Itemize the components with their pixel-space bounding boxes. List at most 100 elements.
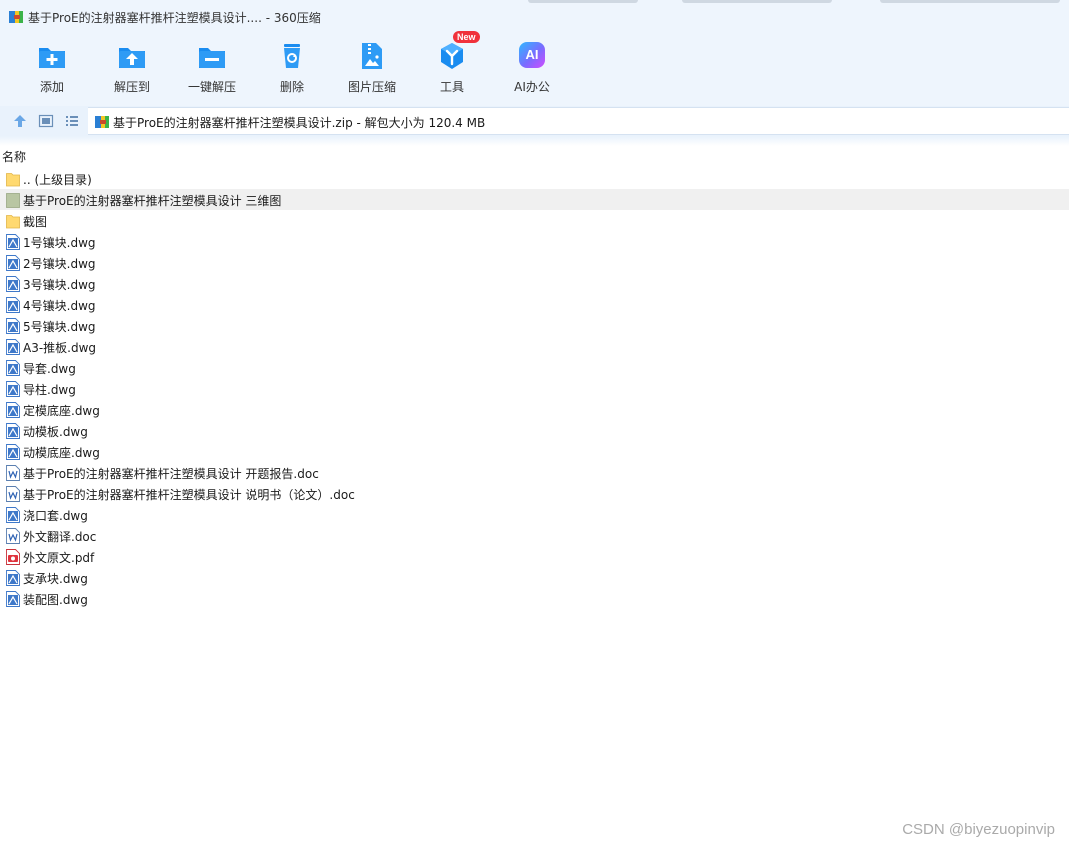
file-name: 1号镶块.dwg — [23, 236, 96, 250]
dwg-file-icon — [6, 444, 20, 460]
file-list: .. (上级目录) 基于ProE的注射器塞杆推杆注塑模具设计 三维图截图 1号镶块.… — [0, 168, 1069, 609]
dwg-file-icon — [6, 360, 20, 376]
file-name: 截图 — [23, 215, 48, 229]
ai-office-button[interactable]: AI AI办公 — [492, 34, 572, 106]
file-name: 基于ProE的注射器塞杆推杆注塑模具设计 说明书（论文）.doc — [23, 488, 355, 502]
file-name: 外文翻译.doc — [23, 530, 97, 544]
one-click-extract-icon — [199, 48, 225, 68]
one-click-extract-label: 一键解压 — [187, 80, 236, 94]
tools-label: 工具 — [439, 80, 464, 94]
view-thumbnail-icon[interactable] — [38, 113, 54, 129]
dwg-file-icon — [6, 276, 20, 292]
file-row[interactable]: 基于ProE的注射器塞杆推杆注塑模具设计 三维图 — [0, 189, 1069, 210]
dwg-file-icon — [6, 234, 20, 250]
file-row[interactable]: 5号镶块.dwg — [0, 315, 1069, 336]
file-row[interactable]: 1号镶块.dwg — [0, 231, 1069, 252]
dwg-file-icon — [6, 423, 20, 439]
doc-file-icon — [6, 486, 20, 502]
doc-file-icon — [6, 528, 20, 544]
folder-icon — [6, 171, 20, 187]
extract-to-label: 解压到 — [113, 80, 150, 94]
dwg-file-icon — [6, 591, 20, 607]
file-name: 浇口套.dwg — [23, 509, 88, 523]
path-field[interactable]: 基于ProE的注射器塞杆推杆注塑模具设计.zip - 解包大小为 120.4 M… — [88, 107, 1069, 135]
file-name: A3-推板.dwg — [23, 341, 97, 355]
file-name: 外文原文.pdf — [23, 551, 95, 565]
folder-icon — [6, 192, 20, 208]
image-compress-button[interactable]: 图片压缩 — [332, 34, 412, 106]
file-row[interactable]: 2号镶块.dwg — [0, 252, 1069, 273]
file-row[interactable]: 外文翻译.doc — [0, 525, 1069, 546]
delete-label: 删除 — [279, 80, 304, 94]
file-row[interactable]: 基于ProE的注射器塞杆推杆注塑模具设计 开题报告.doc — [0, 462, 1069, 483]
file-row[interactable]: 导柱.dwg — [0, 378, 1069, 399]
file-name: 5号镶块.dwg — [23, 320, 96, 334]
folder-icon — [6, 213, 20, 229]
column-header-name[interactable]: 名称 — [2, 148, 26, 165]
file-name: 4号镶块.dwg — [23, 299, 96, 313]
file-name: 3号镶块.dwg — [23, 278, 96, 292]
file-name: 装配图.dwg — [23, 593, 88, 607]
add-button[interactable]: 添加 — [12, 34, 92, 106]
archive-icon — [94, 114, 110, 133]
file-row[interactable]: 浇口套.dwg — [0, 504, 1069, 525]
file-name: 动模板.dwg — [23, 425, 88, 439]
dwg-file-icon — [6, 339, 20, 355]
dwg-file-icon — [6, 402, 20, 418]
file-row[interactable]: 外文原文.pdf — [0, 546, 1069, 567]
file-row[interactable]: 基于ProE的注射器塞杆推杆注塑模具设计 说明书（论文）.doc — [0, 483, 1069, 504]
archive-app-icon — [8, 9, 24, 28]
view-list-icon[interactable] — [64, 113, 80, 129]
file-row[interactable]: 导套.dwg — [0, 357, 1069, 378]
address-bar: 基于ProE的注射器塞杆推杆注塑模具设计.zip - 解包大小为 120.4 M… — [0, 106, 1069, 136]
image-compress-icon — [362, 43, 382, 69]
dwg-file-icon — [6, 255, 20, 271]
watermark: CSDN @biyezuopinvip — [902, 821, 1055, 838]
file-row[interactable]: A3-推板.dwg — [0, 336, 1069, 357]
extract-to-icon — [119, 48, 145, 68]
pdf-file-icon — [6, 549, 20, 565]
extract-to-button[interactable]: 解压到 — [92, 34, 172, 106]
file-name: 2号镶块.dwg — [23, 257, 96, 271]
up-arrow-icon[interactable] — [12, 113, 28, 129]
window-title: 基于ProE的注射器塞杆推杆注塑模具设计.... - 360压缩 — [28, 11, 321, 25]
dwg-file-icon — [6, 507, 20, 523]
title-decoration — [880, 0, 1060, 3]
file-name: 定模底座.dwg — [23, 404, 100, 418]
path-text: 基于ProE的注射器塞杆推杆注塑模具设计.zip - 解包大小为 120.4 M… — [113, 116, 486, 130]
delete-button[interactable]: 删除 — [252, 34, 332, 106]
parent-directory-row[interactable]: .. (上级目录) — [0, 168, 1069, 189]
doc-file-icon — [6, 465, 20, 481]
title-bar: 基于ProE的注射器塞杆推杆注塑模具设计.... - 360压缩 — [0, 0, 1069, 34]
file-row[interactable]: 4号镶块.dwg — [0, 294, 1069, 315]
ai-icon-text: AI — [525, 47, 539, 62]
file-name: 基于ProE的注射器塞杆推杆注塑模具设计 开题报告.doc — [23, 467, 319, 481]
file-row[interactable]: 定模底座.dwg — [0, 399, 1069, 420]
file-row[interactable]: 截图 — [0, 210, 1069, 231]
header-fade — [0, 136, 1069, 146]
tools-icon — [441, 43, 463, 69]
dwg-file-icon — [6, 570, 20, 586]
image-compress-label: 图片压缩 — [347, 80, 396, 94]
add-icon — [39, 48, 65, 68]
dwg-file-icon — [6, 297, 20, 313]
new-badge: New — [453, 31, 480, 43]
file-row[interactable]: 装配图.dwg — [0, 588, 1069, 609]
ai-office-label: AI办公 — [514, 80, 550, 94]
file-name: 支承块.dwg — [23, 572, 88, 586]
one-click-extract-button[interactable]: 一键解压 — [172, 34, 252, 106]
file-row[interactable]: 动模板.dwg — [0, 420, 1069, 441]
file-name: 导套.dwg — [23, 362, 76, 376]
file-row[interactable]: 3号镶块.dwg — [0, 273, 1069, 294]
title-decoration — [528, 0, 638, 3]
recycle-bin-icon — [284, 44, 300, 68]
tools-button[interactable]: New 工具 — [412, 31, 492, 106]
file-row[interactable]: 动模底座.dwg — [0, 441, 1069, 462]
dwg-file-icon — [6, 381, 20, 397]
file-row[interactable]: 支承块.dwg — [0, 567, 1069, 588]
toolbar: 添加 解压到 一键解压 删除 图片压缩 New 工具 AI AI办公 — [0, 31, 1069, 106]
add-label: 添加 — [39, 80, 64, 94]
title-decoration — [682, 0, 832, 3]
ai-icon: AI — [519, 42, 545, 68]
dwg-file-icon — [6, 318, 20, 334]
